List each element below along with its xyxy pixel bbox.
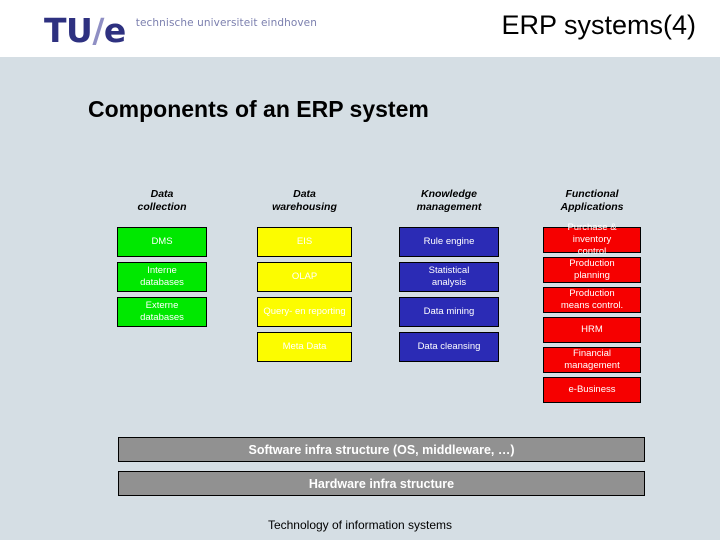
box-data-mining: Data mining: [399, 297, 499, 327]
column-knowledge-management: Knowledge management Rule engine Statist…: [399, 188, 499, 367]
box-production-means-control: Production means control.: [543, 287, 641, 313]
tue-logo-tagline: technische universiteit eindhoven: [135, 17, 317, 29]
box-statistical-analysis: Statistical analysis: [399, 262, 499, 292]
tue-logo-e: e: [103, 11, 126, 50]
box-purchase-inventory-control: Purchase & inventory control: [543, 222, 641, 257]
tue-logo: TU/e technische universiteit eindhoven: [44, 14, 317, 47]
tue-logo-mark: TU/e: [44, 14, 126, 47]
box-rule-engine: Rule engine: [399, 227, 499, 257]
box-meta-data: Meta Data: [257, 332, 352, 362]
software-infrastructure-bar: Software infra structure (OS, middleware…: [118, 437, 645, 462]
box-ebusiness: e-Business: [543, 377, 641, 403]
box-data-cleansing: Data cleansing: [399, 332, 499, 362]
column-header-data-warehousing: Data warehousing: [272, 188, 337, 213]
column-header-knowledge-management: Knowledge management: [416, 188, 482, 213]
box-financial-management: Financial management: [543, 347, 641, 373]
box-query-en-reporting: Query- en reporting: [257, 297, 352, 327]
box-interne-databases: Interne databases: [117, 262, 207, 292]
tue-logo-slash: /: [92, 11, 104, 50]
box-production-planning: Production planning: [543, 257, 641, 283]
box-externe-databases: Externe databases: [117, 297, 207, 327]
box-eis: EIS: [257, 227, 352, 257]
column-data-collection: Data collection DMS Interne databases Ex…: [117, 188, 207, 332]
column-functional-applications: Functional Applications Purchase & inven…: [543, 188, 641, 407]
box-dms: DMS: [117, 227, 207, 257]
column-header-functional-applications: Functional Applications: [560, 188, 624, 213]
slide-title: ERP systems(4): [501, 10, 696, 40]
column-header-data-collection: Data collection: [137, 188, 187, 213]
box-hrm: HRM: [543, 317, 641, 343]
slide-header-band: TU/e technische universiteit eindhoven E…: [0, 0, 720, 57]
tue-logo-tu: TU: [44, 11, 93, 50]
box-olap: OLAP: [257, 262, 352, 292]
diagram-caption: Technology of information systems: [267, 518, 453, 532]
page-title: Components of an ERP system: [88, 96, 429, 122]
column-data-warehousing: Data warehousing EIS OLAP Query- en repo…: [257, 188, 352, 367]
hardware-infrastructure-bar: Hardware infra structure: [118, 471, 645, 496]
